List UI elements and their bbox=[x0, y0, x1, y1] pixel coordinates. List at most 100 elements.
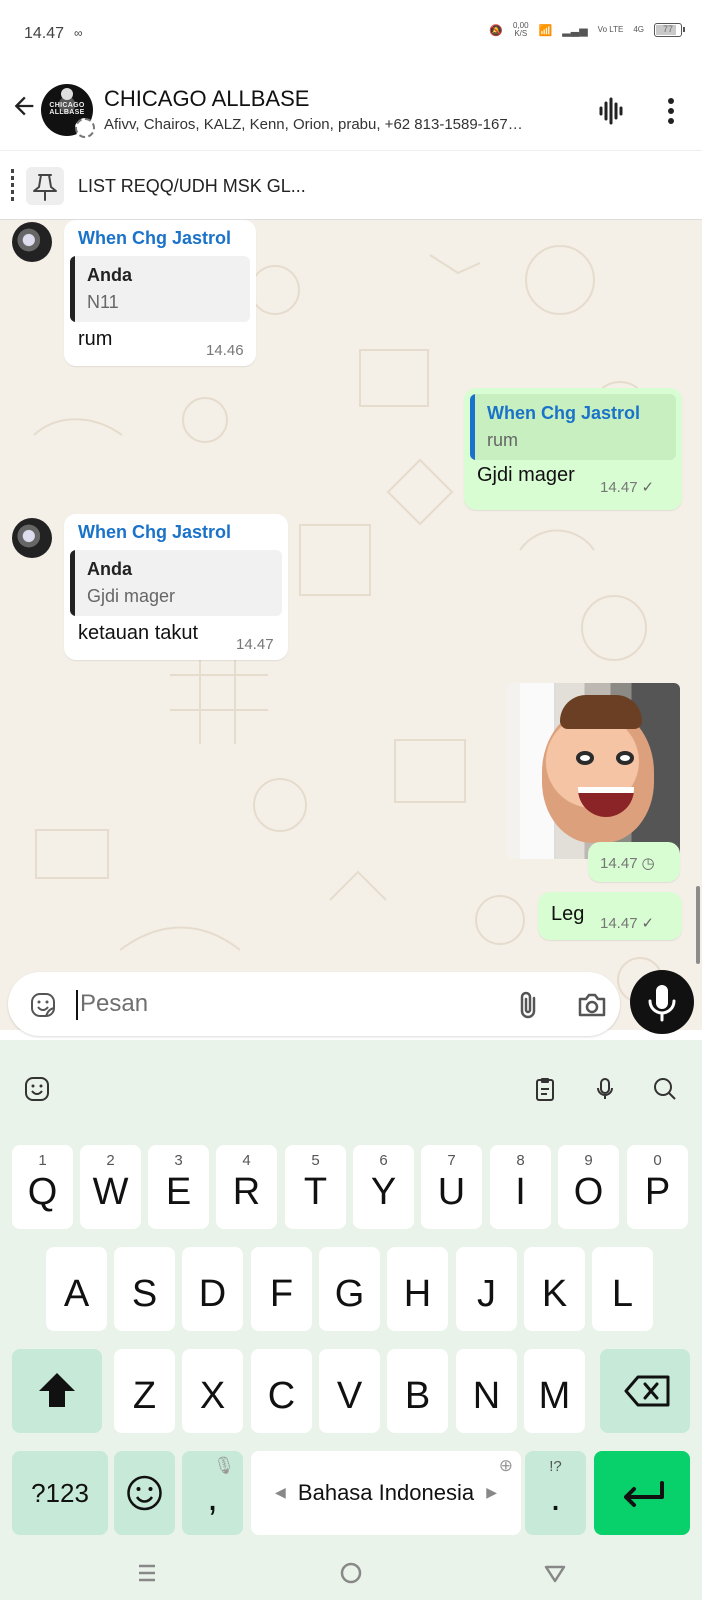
key-letter: F bbox=[269, 1273, 294, 1315]
keyboard-emoji-icon[interactable] bbox=[23, 1075, 51, 1103]
image-time-bubble[interactable]: 14.47 ◷ bbox=[588, 842, 680, 882]
key-letter: L bbox=[611, 1273, 634, 1315]
key-letter: P bbox=[644, 1171, 671, 1213]
key-letter: I bbox=[515, 1171, 526, 1213]
key[interactable]: L bbox=[592, 1247, 653, 1331]
key[interactable]: A bbox=[46, 1247, 107, 1331]
key[interactable]: J bbox=[456, 1247, 517, 1331]
key-letter: W bbox=[92, 1171, 129, 1213]
space-language-label: Bahasa Indonesia bbox=[297, 1480, 475, 1505]
wifi-icon: 📶 bbox=[538, 24, 553, 37]
message-bubble[interactable]: When Chg Jastrol Anda N11 rum 14.46 bbox=[64, 220, 256, 366]
net-speed: 0,00 K/S bbox=[513, 21, 529, 38]
key[interactable]: K bbox=[524, 1247, 585, 1331]
key[interactable]: 7U bbox=[421, 1145, 482, 1229]
symbols-label: ?123 bbox=[31, 1478, 89, 1508]
key[interactable]: 0P bbox=[627, 1145, 688, 1229]
message-input-container[interactable] bbox=[8, 972, 620, 1036]
key[interactable]: H bbox=[387, 1247, 448, 1331]
key[interactable]: F bbox=[251, 1247, 312, 1331]
space-key[interactable]: ◀ Bahasa Indonesia ▶ ⊕ bbox=[251, 1451, 521, 1535]
keyboard-mic-icon[interactable] bbox=[591, 1075, 619, 1103]
key[interactable]: 5T bbox=[285, 1145, 346, 1229]
camera-icon[interactable] bbox=[576, 990, 608, 1020]
message-time-row: 14.47 ✓ bbox=[600, 914, 654, 932]
text-caret bbox=[76, 990, 78, 1020]
key[interactable]: G bbox=[319, 1247, 380, 1331]
key-letter: Q bbox=[27, 1171, 58, 1213]
sender-avatar[interactable] bbox=[12, 222, 52, 262]
key[interactable]: 4R bbox=[216, 1145, 277, 1229]
key[interactable]: X bbox=[182, 1349, 243, 1433]
status-bar: 14.47 ∞ 🔕 0,00 K/S 📶 ▂▃▅ Vo LTE 4G 77 bbox=[0, 0, 702, 70]
clipboard-icon[interactable] bbox=[531, 1075, 559, 1103]
quoted-message[interactable]: Anda Gjdi mager bbox=[70, 550, 282, 616]
key[interactable]: 8I bbox=[490, 1145, 551, 1229]
chat-scrollbar[interactable] bbox=[696, 886, 700, 964]
message-text: rum bbox=[78, 328, 113, 350]
pinned-message-bar[interactable]: LIST REQQ/UDH MSK GL... bbox=[0, 150, 702, 220]
key[interactable]: M bbox=[524, 1349, 585, 1433]
key[interactable]: 6Y bbox=[353, 1145, 414, 1229]
quoted-message[interactable]: When Chg Jastrol rum bbox=[470, 394, 676, 460]
back-nav-icon[interactable] bbox=[541, 1559, 569, 1587]
pinned-message-text[interactable]: LIST REQQ/UDH MSK GL... bbox=[78, 176, 306, 197]
sender-avatar[interactable] bbox=[12, 518, 52, 558]
voice-record-button[interactable] bbox=[630, 970, 694, 1034]
chat-title[interactable]: CHICAGO ALLBASE bbox=[104, 86, 309, 112]
member-list[interactable]: Afivv, Chairos, KALZ, Kenn, Orion, prabu… bbox=[104, 116, 574, 133]
key[interactable]: B bbox=[387, 1349, 448, 1433]
quoted-message[interactable]: Anda N11 bbox=[70, 256, 250, 322]
chat-history[interactable]: When Chg Jastrol Anda N11 rum 14.46 When… bbox=[0, 220, 702, 1030]
status-ring-icon[interactable] bbox=[75, 118, 95, 138]
voice-wave-icon[interactable] bbox=[596, 96, 626, 126]
chat-header[interactable]: CHICAGO ALLBASE CHICAGO ALLBASE Afivv, C… bbox=[0, 70, 702, 150]
key[interactable]: S bbox=[114, 1247, 175, 1331]
message-sender[interactable]: When Chg Jastrol bbox=[78, 522, 231, 543]
message-text: Gjdi mager bbox=[477, 464, 575, 486]
message-input[interactable] bbox=[80, 985, 500, 1023]
infinity-icon: ∞ bbox=[74, 26, 83, 40]
key[interactable]: 1Q bbox=[12, 1145, 73, 1229]
more-vertical-icon[interactable] bbox=[656, 94, 686, 128]
shift-icon bbox=[39, 1373, 75, 1407]
message-composer bbox=[0, 970, 702, 1040]
home-icon[interactable] bbox=[337, 1559, 365, 1587]
sent-tick-icon: ✓ bbox=[641, 479, 655, 496]
paperclip-icon[interactable] bbox=[514, 989, 544, 1021]
message-bubble[interactable]: Leg 14.47 ✓ bbox=[538, 892, 682, 940]
message-sender[interactable]: When Chg Jastrol bbox=[78, 228, 231, 249]
key-letter: N bbox=[472, 1375, 501, 1417]
key[interactable]: 9O bbox=[558, 1145, 619, 1229]
symbols-key[interactable]: ?123 bbox=[12, 1451, 108, 1535]
arrow-left-icon[interactable] bbox=[10, 92, 38, 120]
keyboard[interactable]: 1Q 2W 3E 4R 5T 6Y 7U 8I 9O 0P A S D F G … bbox=[0, 1040, 702, 1600]
key[interactable]: 2W bbox=[80, 1145, 141, 1229]
message-bubble[interactable]: When Chg Jastrol Anda Gjdi mager ketauan… bbox=[64, 514, 288, 660]
period-key[interactable]: !? . bbox=[525, 1451, 586, 1535]
shift-key[interactable] bbox=[12, 1349, 102, 1433]
comma-key[interactable]: 🎙 , bbox=[182, 1451, 243, 1535]
sticker-icon[interactable] bbox=[28, 990, 58, 1020]
enter-key[interactable] bbox=[594, 1451, 690, 1535]
key[interactable]: N bbox=[456, 1349, 517, 1433]
message-bubble[interactable]: When Chg Jastrol rum Gjdi mager 14.47 ✓ bbox=[464, 388, 682, 510]
key[interactable]: C bbox=[251, 1349, 312, 1433]
key[interactable]: 3E bbox=[148, 1145, 209, 1229]
message-time: 14.47 bbox=[236, 636, 274, 653]
quote-author: Anda bbox=[87, 265, 132, 285]
quote-author: Anda bbox=[87, 559, 132, 579]
key[interactable]: Z bbox=[114, 1349, 175, 1433]
backspace-key[interactable] bbox=[600, 1349, 690, 1433]
network-label: 4G bbox=[633, 25, 644, 34]
message-text: Leg bbox=[551, 903, 585, 925]
key-letter: A bbox=[63, 1273, 90, 1315]
emoji-key[interactable] bbox=[114, 1451, 175, 1535]
message-time: 14.47 bbox=[600, 915, 638, 932]
key[interactable]: D bbox=[182, 1247, 243, 1331]
search-icon[interactable] bbox=[651, 1075, 679, 1103]
recent-apps-icon[interactable] bbox=[133, 1559, 161, 1587]
image-message[interactable] bbox=[506, 683, 680, 859]
key-letter: T bbox=[303, 1171, 328, 1213]
key[interactable]: V bbox=[319, 1349, 380, 1433]
